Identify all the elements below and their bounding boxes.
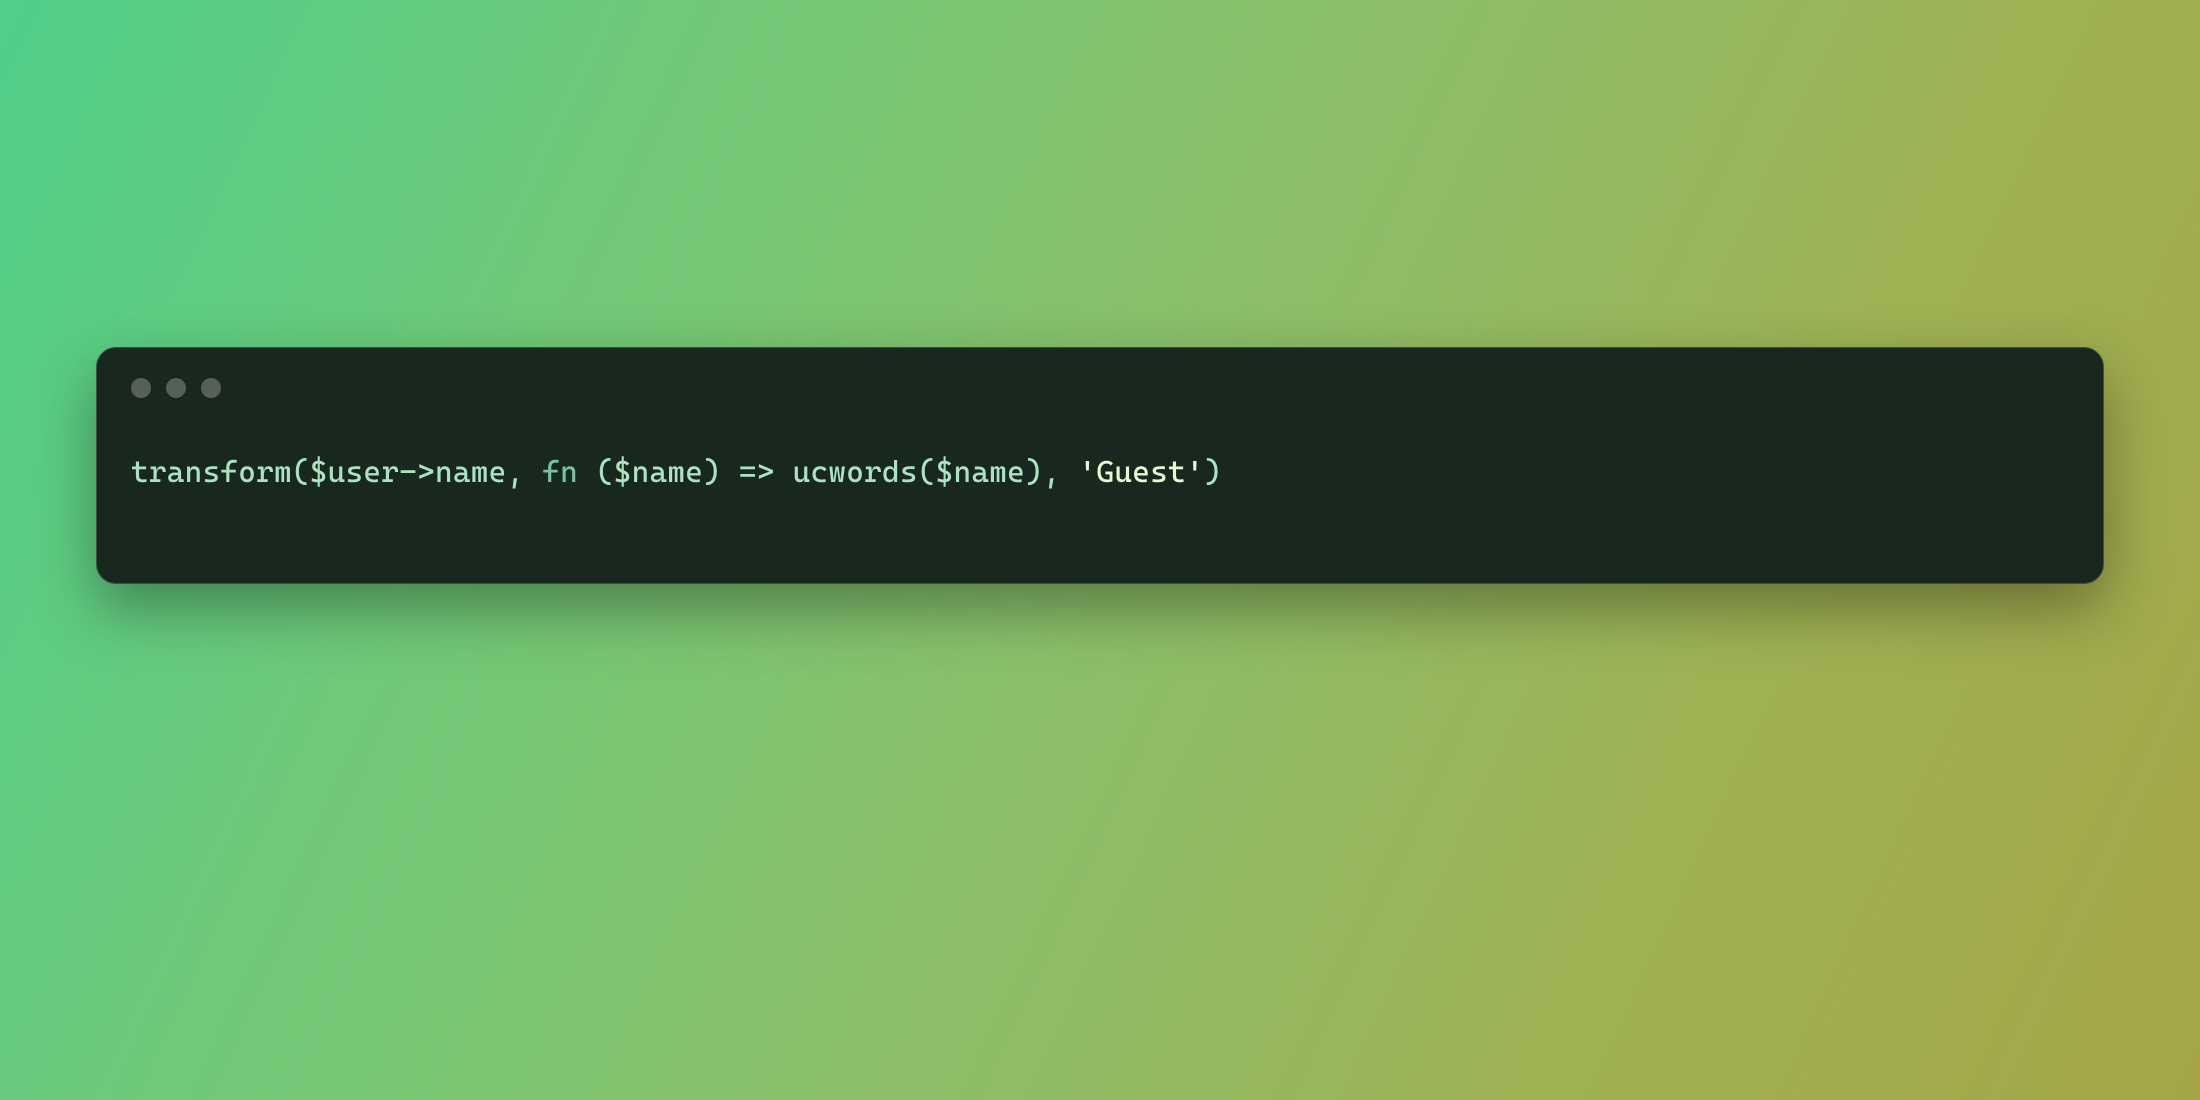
code-token-string: 'Guest' — [1079, 455, 1204, 490]
code-token-variable: $name — [614, 455, 703, 490]
code-token-function: transform — [131, 455, 292, 490]
code-token-keyword: fn — [542, 455, 578, 490]
minimize-icon[interactable] — [166, 378, 186, 398]
code-token-arrow: -> — [399, 455, 435, 490]
code-token-paren-close: ) — [1025, 455, 1043, 490]
code-token-paren-open: ( — [918, 455, 936, 490]
code-token-function: ucwords — [793, 455, 918, 490]
code-token-paren-open: ( — [578, 455, 614, 490]
maximize-icon[interactable] — [201, 378, 221, 398]
code-token-paren-close: ) — [1204, 455, 1222, 490]
code-window: transform($user->name, fn ($name) => ucw… — [96, 347, 2104, 584]
code-token-variable: $name — [936, 455, 1025, 490]
code-token-paren-close: ) — [703, 455, 739, 490]
code-token-fat-arrow: => — [739, 455, 775, 490]
code-token-comma: , — [506, 455, 542, 490]
code-token-space — [775, 455, 793, 490]
close-icon[interactable] — [131, 378, 151, 398]
code-token-variable: $user — [310, 455, 399, 490]
code-token-comma: , — [1043, 455, 1079, 490]
code-token-paren-open: ( — [292, 455, 310, 490]
code-content: transform($user->name, fn ($name) => ucw… — [97, 408, 2103, 583]
code-token-property: name — [435, 455, 507, 490]
window-titlebar — [97, 348, 2103, 408]
